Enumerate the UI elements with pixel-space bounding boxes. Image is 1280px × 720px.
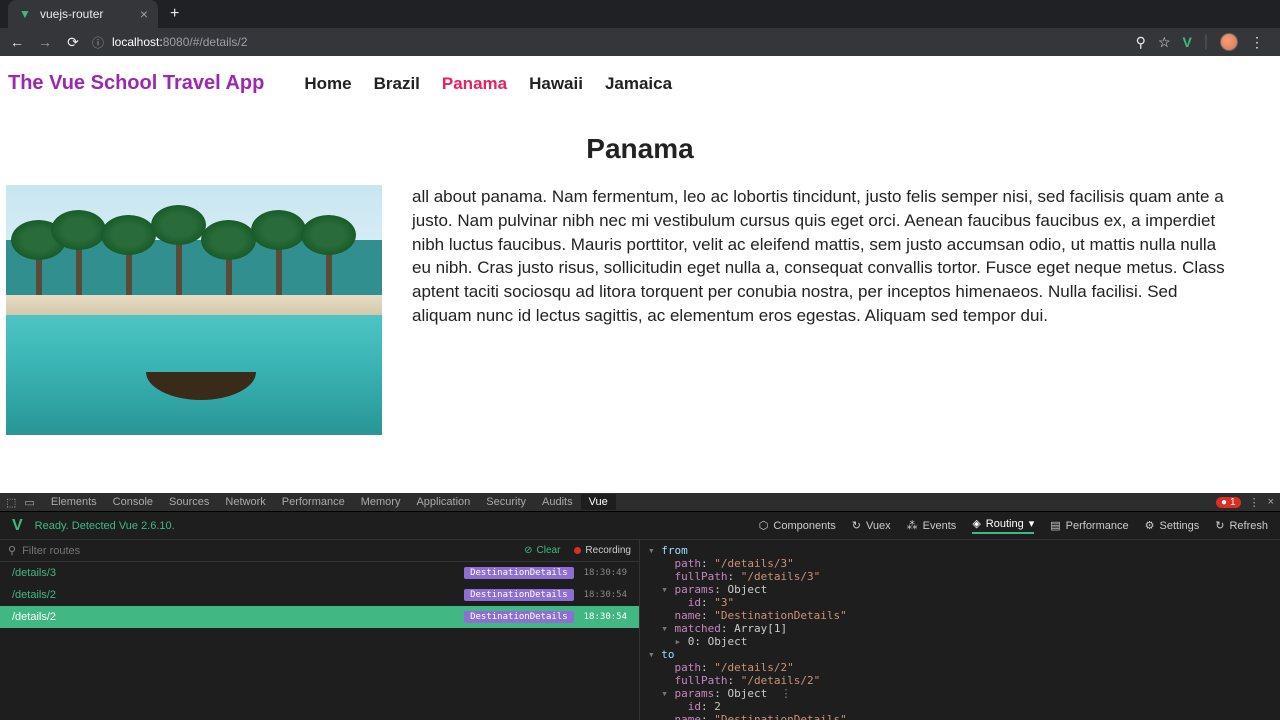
tab-bar: ▼ vuejs-router × + [0, 0, 1280, 28]
inspect-icon[interactable]: ⬚ [6, 496, 16, 509]
route-row[interactable]: /details/2 DestinationDetails 18:30:54 [0, 606, 639, 628]
url-field[interactable]: ⓘ localhost:8080/#/details/2 [92, 34, 1126, 51]
vue-logo-icon: V [12, 517, 23, 535]
route-time: 18:30:54 [584, 612, 627, 622]
devtools-tab-application[interactable]: Application [408, 494, 478, 510]
routing-icon: ◈ [972, 517, 980, 530]
main-nav: Home Brazil Panama Hawaii Jamaica [304, 74, 672, 94]
route-row[interactable]: /details/3 DestinationDetails 18:30:49 [0, 562, 639, 584]
new-tab-button[interactable]: + [170, 5, 179, 23]
back-button[interactable]: ← [8, 34, 26, 50]
vue-nav-settings[interactable]: ⚙ Settings [1145, 519, 1200, 532]
page-content: The Vue School Travel App Home Brazil Pana… [0, 56, 1280, 493]
chevron-down-icon: ▾ [1029, 517, 1035, 530]
events-icon: ⁂ [907, 519, 918, 532]
routes-list: /details/3 DestinationDetails 18:30:49/det… [0, 562, 639, 720]
browser-chrome: ▼ vuejs-router × + ← → ⟳ ⓘ localhost:808… [0, 0, 1280, 56]
route-path: /details/3 [12, 567, 56, 579]
vue-nav-routing[interactable]: ◈ Routing ▾ [972, 517, 1034, 534]
routes-panel: ⚲ ⊘ Clear Recording /details/3 Destinatio… [0, 540, 640, 720]
tab-title: vuejs-router [40, 7, 103, 21]
vue-nav-vuex[interactable]: ↻ Vuex [852, 519, 891, 532]
devtools-tab-elements[interactable]: Elements [43, 494, 105, 510]
reload-button[interactable]: ⟳ [64, 34, 82, 51]
devtools-close-icon[interactable]: × [1268, 496, 1274, 508]
forward-button[interactable]: → [36, 34, 54, 50]
zoom-icon[interactable]: ⚲ [1136, 34, 1146, 51]
nav-item-panama[interactable]: Panama [442, 74, 507, 94]
error-badge[interactable]: ● 1 [1216, 497, 1241, 508]
devtools-tab-security[interactable]: Security [478, 494, 534, 510]
devtools-body: ⚲ ⊘ Clear Recording /details/3 Destinatio… [0, 540, 1280, 720]
content-body: all about panama. Nam fermentum, leo ac … [0, 185, 1280, 435]
hero-image [6, 185, 382, 435]
devtools-tab-performance[interactable]: Performance [274, 494, 353, 510]
browser-tab[interactable]: ▼ vuejs-router × [8, 0, 158, 28]
vue-nav-refresh[interactable]: ↻ Refresh [1215, 519, 1268, 532]
route-time: 18:30:54 [584, 590, 627, 600]
profile-avatar[interactable] [1220, 33, 1238, 51]
device-icon[interactable]: ▭ [24, 496, 34, 509]
performance-icon: ▤ [1050, 519, 1060, 532]
settings-icon: ⚙ [1145, 519, 1155, 532]
vue-favicon-icon: ▼ [18, 7, 32, 21]
component-badge: DestinationDetails [464, 589, 574, 601]
menu-icon[interactable]: ⋮ [1250, 34, 1264, 51]
page-description: all about panama. Nam fermentum, leo ac … [412, 185, 1274, 435]
page-title: Panama [0, 133, 1280, 165]
recording-button[interactable]: Recording [574, 545, 631, 556]
nav-item-hawaii[interactable]: Hawaii [529, 74, 583, 94]
url-path: 8080/#/details/2 [163, 35, 248, 49]
url-host: localhost: [112, 35, 163, 49]
nav-item-brazil[interactable]: Brazil [374, 74, 420, 94]
devtools-tab-memory[interactable]: Memory [353, 494, 409, 510]
app-header: The Vue School Travel App Home Brazil Pana… [0, 56, 1280, 103]
app-title: The Vue School Travel App [8, 72, 264, 95]
filter-routes-input[interactable] [22, 545, 524, 557]
vue-devtools-bar: V Ready. Detected Vue 2.6.10. ⬡ Componen… [0, 512, 1280, 540]
devtools-tab-console[interactable]: Console [105, 494, 161, 510]
devtools-menu-icon[interactable]: ⋮ [1249, 496, 1260, 509]
vue-extension-icon[interactable]: V [1183, 34, 1192, 50]
refresh-icon: ↻ [1215, 519, 1224, 532]
route-time: 18:30:49 [584, 568, 627, 578]
components-icon: ⬡ [759, 519, 769, 532]
bookmark-icon[interactable]: ☆ [1158, 34, 1171, 51]
info-icon: ⓘ [92, 34, 106, 51]
devtools-tab-audits[interactable]: Audits [534, 494, 581, 510]
component-badge: DestinationDetails [464, 611, 574, 623]
vuex-icon: ↻ [852, 519, 861, 532]
route-inspector: ▾ from path: "/details/3" fullPath: "/de… [640, 540, 1280, 720]
filter-row: ⚲ ⊘ Clear Recording [0, 540, 639, 562]
route-path: /details/2 [12, 611, 56, 623]
devtools-tab-vue[interactable]: Vue [581, 494, 616, 510]
address-bar: ← → ⟳ ⓘ localhost:8080/#/details/2 ⚲ ☆ V… [0, 28, 1280, 56]
vue-nav-events[interactable]: ⁂ Events [907, 519, 957, 532]
nav-item-jamaica[interactable]: Jamaica [605, 74, 672, 94]
vue-nav-performance[interactable]: ▤ Performance [1050, 519, 1128, 532]
devtools-panel: ⬚ ▭ ElementsConsoleSourcesNetworkPerform… [0, 493, 1280, 720]
vue-status: Ready. Detected Vue 2.6.10. [35, 520, 175, 532]
nav-item-home[interactable]: Home [304, 74, 351, 94]
route-path: /details/2 [12, 589, 56, 601]
component-badge: DestinationDetails [464, 567, 574, 579]
close-tab-icon[interactable]: × [140, 6, 148, 22]
devtools-tabs: ⬚ ▭ ElementsConsoleSourcesNetworkPerform… [0, 493, 1280, 512]
search-icon: ⚲ [8, 544, 16, 557]
route-row[interactable]: /details/2 DestinationDetails 18:30:54 [0, 584, 639, 606]
devtools-tab-sources[interactable]: Sources [161, 494, 217, 510]
devtools-tab-network[interactable]: Network [217, 494, 273, 510]
clear-button[interactable]: ⊘ Clear [524, 545, 560, 556]
vue-nav-components[interactable]: ⬡ Components [759, 519, 836, 532]
toolbar-right: ⚲ ☆ V | ⋮ [1136, 33, 1264, 51]
recording-dot-icon [574, 547, 581, 554]
vue-devtools-nav: ⬡ Components ↻ Vuex ⁂ Events ◈ Routing ▾ ▤ P… [759, 517, 1268, 534]
